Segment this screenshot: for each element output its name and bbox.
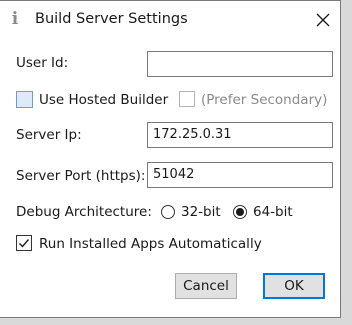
prefer-secondary-label: (Prefer Secondary) — [201, 92, 328, 108]
info-icon: i — [11, 9, 19, 29]
debug-architecture-label: Debug Architecture: — [16, 204, 152, 220]
run-installed-apps-label: Run Installed Apps Automatically — [39, 236, 262, 252]
server-port-label: Server Port (https): — [16, 168, 146, 184]
close-button[interactable] — [308, 5, 338, 35]
user-id-label: User Id: — [16, 55, 69, 71]
use-hosted-builder-label: Use Hosted Builder — [39, 92, 169, 108]
server-ip-input[interactable]: 172.25.0.31 — [147, 122, 333, 148]
radio-32-bit-label: 32-bit — [181, 204, 221, 220]
radio-64-bit[interactable] — [233, 205, 247, 219]
radio-64-bit-label: 64-bit — [253, 204, 293, 220]
prefer-secondary-checkbox[interactable] — [179, 91, 195, 107]
close-icon — [316, 13, 330, 27]
radio-selected-dot — [236, 208, 244, 216]
checkmark-icon — [19, 239, 30, 248]
cancel-button[interactable]: Cancel — [175, 273, 237, 299]
server-port-input[interactable]: 51042 — [147, 162, 333, 188]
run-installed-apps-checkbox[interactable] — [16, 235, 32, 251]
server-ip-label: Server Ip: — [16, 127, 82, 143]
window-title: Build Server Settings — [35, 11, 188, 27]
build-server-settings-dialog: i Build Server Settings User Id: Use Hos… — [0, 0, 341, 318]
ok-button[interactable]: OK — [263, 273, 325, 299]
title-bar: i Build Server Settings — [0, 1, 341, 39]
user-id-input[interactable] — [147, 51, 333, 77]
radio-32-bit[interactable] — [161, 205, 175, 219]
use-hosted-builder-checkbox[interactable] — [16, 91, 33, 108]
